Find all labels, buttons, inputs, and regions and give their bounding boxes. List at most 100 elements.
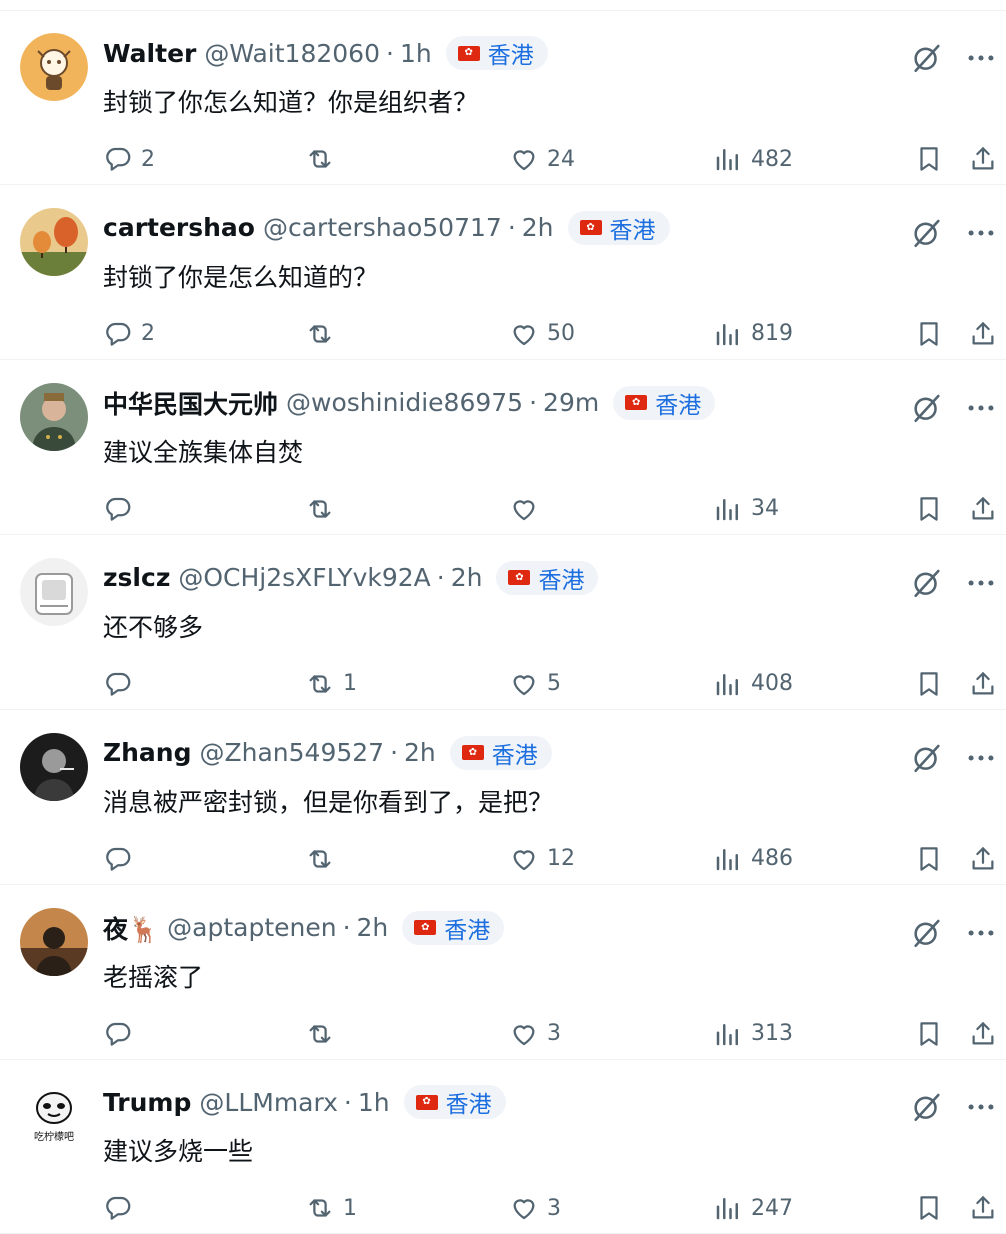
retweet-button[interactable] [305,489,343,529]
timestamp[interactable]: 1h [358,1088,390,1117]
timestamp[interactable]: 2h [451,563,483,592]
share-button[interactable] [968,489,998,529]
avatar[interactable] [20,33,88,101]
reply-item[interactable]: 夜🦌 @aptaptenen · 2h ✿ 香港 老摇滚了 3 313 [0,886,1006,1060]
views-button[interactable]: 482 [713,139,793,179]
views-button[interactable]: 247 [713,1188,793,1228]
avatar[interactable] [20,907,88,976]
avatar[interactable] [20,557,88,626]
bookmark-button[interactable] [914,1188,944,1228]
avatar[interactable] [20,732,88,801]
location-badge[interactable]: ✿ 香港 [445,36,548,70]
user-handle[interactable]: @Zhan549527 [200,738,385,767]
retweet-button[interactable] [305,1014,343,1054]
display-name[interactable]: zslcz [103,563,170,592]
like-button[interactable]: 50 [509,314,575,354]
avatar[interactable] [20,207,88,276]
user-handle[interactable]: @Wait182060 [204,39,380,68]
views-button[interactable]: 408 [713,664,793,704]
more-icon[interactable] [964,41,998,75]
grok-icon[interactable] [910,1090,944,1124]
more-icon[interactable] [964,916,998,950]
more-icon[interactable] [964,741,998,775]
reply-button[interactable]: 2 [103,139,155,179]
like-icon [509,1193,539,1223]
user-handle[interactable]: @woshinidie86975 [286,388,523,417]
reply-icon [103,144,133,174]
like-button[interactable]: 3 [509,1014,561,1054]
like-button[interactable] [509,489,547,529]
retweet-button[interactable]: 1 [305,1188,357,1228]
location-badge[interactable]: ✿ 香港 [567,210,670,245]
more-icon[interactable] [964,391,998,425]
reply-item[interactable]: zslcz @OCHj2sXFLYvk92A · 2h ✿ 香港 还不够多 1 [0,536,1006,710]
views-button[interactable]: 819 [713,314,793,354]
grok-icon[interactable] [910,391,944,425]
reply-item[interactable]: 中华民国大元帅 @woshinidie86975 · 29m ✿ 香港 建议全族… [0,361,1006,535]
location-badge[interactable]: ✿ 香港 [403,1085,506,1120]
grok-icon[interactable] [910,216,944,250]
bookmark-button[interactable] [914,664,944,704]
reply-button[interactable] [103,664,141,704]
views-button[interactable]: 34 [713,489,779,529]
timestamp[interactable]: 2h [522,213,554,242]
grok-icon[interactable] [910,916,944,950]
user-handle[interactable]: @OCHj2sXFLYvk92A [178,563,430,592]
reply-item[interactable]: cartershao @cartershao50717 · 2h ✿ 香港 封锁… [0,186,1006,360]
like-button[interactable]: 5 [509,664,561,704]
like-button[interactable]: 24 [509,139,575,179]
timestamp[interactable]: 2h [404,738,436,767]
location-badge[interactable]: ✿ 香港 [496,560,599,595]
timestamp[interactable]: 29m [543,388,599,417]
reply-button[interactable]: 2 [103,314,155,354]
more-icon[interactable] [964,566,998,600]
reply-button[interactable] [103,1014,141,1054]
reply-button[interactable] [103,1188,141,1228]
bookmark-button[interactable] [914,139,944,179]
bookmark-button[interactable] [914,489,944,529]
reply-item[interactable]: Zhang @Zhan549527 · 2h ✿ 香港 消息被严密封锁，但是你看… [0,711,1006,885]
location-badge[interactable]: ✿ 香港 [613,385,716,420]
bookmark-button[interactable] [914,1014,944,1054]
retweet-button[interactable] [305,839,343,879]
reply-button[interactable] [103,489,141,529]
display-name[interactable]: Trump [103,1088,191,1117]
share-button[interactable] [968,1014,998,1054]
reply-item[interactable]: Walter @Wait182060 · 1h ✿ 香港 封锁了你怎么知道？你是… [0,11,1006,185]
share-button[interactable] [968,314,998,354]
avatar[interactable] [20,382,88,451]
timestamp[interactable]: 1h [400,39,432,68]
like-button[interactable]: 12 [509,839,575,879]
share-button[interactable] [968,664,998,704]
reply-button[interactable] [103,839,141,879]
grok-icon[interactable] [910,741,944,775]
bookmark-button[interactable] [914,839,944,879]
location-badge[interactable]: ✿ 香港 [449,735,552,770]
avatar[interactable]: 吃柠檬吧 [20,1082,88,1151]
display-name[interactable]: 夜🦌 [103,910,159,946]
more-icon[interactable] [964,216,998,250]
bookmark-button[interactable] [914,314,944,354]
share-button[interactable] [968,1188,998,1228]
display-name[interactable]: cartershao [103,213,255,242]
user-handle[interactable]: @cartershao50717 [263,213,502,242]
user-handle[interactable]: @LLMmarx [199,1088,338,1117]
retweet-button[interactable]: 1 [305,664,357,704]
display-name[interactable]: 中华民国大元帅 [103,385,278,421]
display-name[interactable]: Walter [103,39,196,68]
retweet-button[interactable] [305,314,343,354]
share-button[interactable] [968,139,998,179]
views-button[interactable]: 486 [713,839,793,879]
share-button[interactable] [968,839,998,879]
grok-icon[interactable] [910,41,944,75]
more-icon[interactable] [964,1090,998,1124]
retweet-button[interactable] [305,139,343,179]
timestamp[interactable]: 2h [357,913,389,942]
grok-icon[interactable] [910,566,944,600]
display-name[interactable]: Zhang [103,738,192,767]
like-button[interactable]: 3 [509,1188,561,1228]
user-handle[interactable]: @aptaptenen [167,913,336,942]
location-badge[interactable]: ✿ 香港 [402,910,505,945]
views-button[interactable]: 313 [713,1014,793,1054]
reply-item[interactable]: 吃柠檬吧 Trump @LLMmarx · 1h ✿ 香港 建议多烧一些 1 3… [0,1060,1006,1234]
